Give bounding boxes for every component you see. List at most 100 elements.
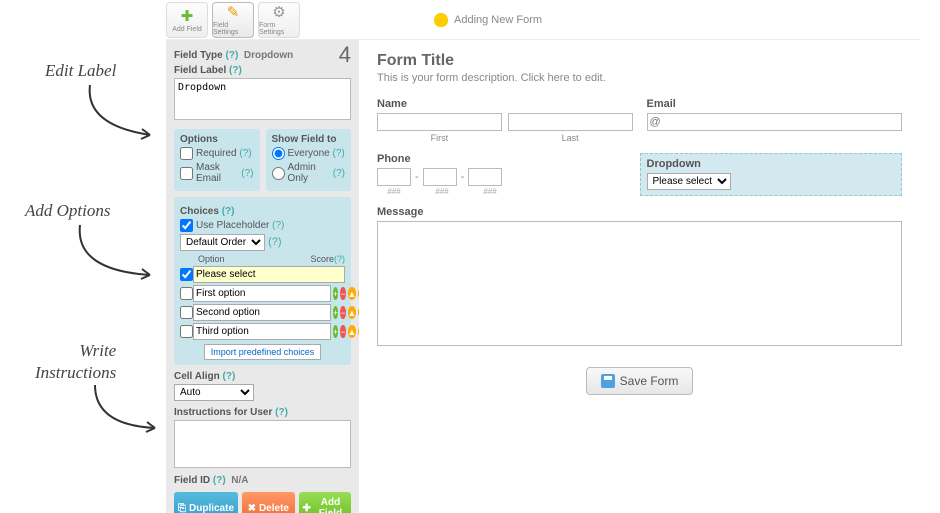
cell-align-label: Cell Align (?) (174, 371, 351, 382)
hint: Adding New Form (434, 13, 542, 27)
choice-row: +−▲▼ (180, 323, 345, 340)
field-label: Message (377, 206, 902, 218)
email-field[interactable]: Email (647, 98, 903, 143)
sublabel: Last (508, 133, 633, 143)
x-icon: ✖ (248, 503, 256, 513)
remove-icon[interactable]: − (340, 325, 345, 338)
help-icon[interactable]: (?) (333, 168, 345, 179)
arrow-icon (80, 80, 170, 150)
plus-icon: ✚ (303, 503, 311, 513)
tab-field-settings[interactable]: ✎Field Settings (212, 2, 254, 38)
mask-email-checkbox[interactable]: Mask Email (?) (180, 162, 254, 184)
help-icon[interactable]: (?) (226, 50, 239, 61)
choice-check[interactable] (180, 268, 193, 281)
help-icon[interactable]: (?) (268, 236, 281, 248)
choice-check[interactable] (180, 287, 193, 300)
add-icon[interactable]: + (333, 325, 338, 338)
choice-text[interactable] (193, 323, 331, 340)
copy-icon: ⎘ (178, 503, 186, 513)
arrow-icon (70, 220, 170, 290)
field-label-label: Field Label (?) (174, 65, 351, 76)
help-icon[interactable]: (?) (239, 148, 251, 159)
last-name-input[interactable] (508, 113, 633, 131)
sublabel: First (377, 133, 502, 143)
import-choices-button[interactable]: Import predefined choices (204, 344, 322, 360)
up-icon[interactable]: ▲ (348, 287, 357, 300)
dropdown-input[interactable]: Please select (647, 173, 731, 190)
phone-field[interactable]: Phone -- ######### (377, 153, 626, 196)
field-id-value: N/A (231, 475, 248, 486)
form-canvas: Form Title This is your form description… (359, 40, 920, 513)
duplicate-button[interactable]: ⎘Duplicate (174, 492, 238, 513)
tab-add-field[interactable]: ✚Add Field (166, 2, 208, 38)
show-heading: Show Field to (272, 134, 346, 145)
phone-part[interactable] (468, 168, 502, 186)
field-label: Dropdown (647, 158, 896, 170)
field-id-label: Field ID (?) N/A (174, 475, 351, 486)
add-icon[interactable]: + (333, 287, 338, 300)
choices-panel: Choices (?) Use Placeholder (?) Default … (174, 197, 351, 365)
annotation-edit-label: Edit Label (45, 60, 116, 82)
help-icon[interactable]: (?) (229, 65, 242, 76)
tab-label: Add Field (172, 26, 202, 33)
sublabel: ### (377, 187, 411, 196)
plus-icon: ✚ (181, 7, 194, 25)
help-icon[interactable]: (?) (222, 206, 235, 217)
help-icon[interactable]: (?) (275, 407, 288, 418)
help-icon[interactable]: (?) (213, 475, 226, 486)
help-icon[interactable]: (?) (334, 254, 345, 264)
instructions-input[interactable] (174, 420, 351, 468)
form-title[interactable]: Form Title (377, 52, 902, 70)
help-icon[interactable]: (?) (241, 168, 253, 179)
annotation-write-instructions: Write Instructions (35, 340, 116, 384)
save-icon (601, 374, 615, 388)
field-label-input[interactable]: Dropdown (174, 78, 351, 120)
first-name-input[interactable] (377, 113, 502, 131)
pencil-icon: ✎ (227, 3, 240, 21)
bulb-icon (434, 13, 448, 27)
choice-text[interactable] (193, 304, 331, 321)
sublabel: ### (425, 187, 459, 196)
remove-icon[interactable]: − (340, 306, 345, 319)
choice-row (180, 266, 345, 283)
field-label: Name (377, 98, 633, 110)
help-icon[interactable]: (?) (333, 148, 345, 159)
email-input[interactable] (647, 113, 903, 131)
up-icon[interactable]: ▲ (348, 306, 357, 319)
use-placeholder-checkbox[interactable]: Use Placeholder (?) (180, 219, 345, 232)
admin-only-radio[interactable]: Admin Only (?) (272, 162, 346, 184)
sublabel: ### (473, 187, 507, 196)
choice-check[interactable] (180, 306, 193, 319)
choices-heading: Choices (?) (180, 206, 345, 217)
instructions-label: Instructions for User (?) (174, 407, 351, 418)
choice-check[interactable] (180, 325, 193, 338)
phone-part[interactable] (377, 168, 411, 186)
add-field-button[interactable]: ✚Add Field (299, 492, 352, 513)
add-icon[interactable]: + (333, 306, 338, 319)
choice-order-select[interactable]: Default Order (180, 234, 265, 251)
step-number: 4 (339, 42, 351, 68)
choice-text[interactable] (193, 266, 345, 283)
up-icon[interactable]: ▲ (348, 325, 357, 338)
annotation-add-options: Add Options (25, 200, 110, 222)
everyone-radio[interactable]: Everyone (?) (272, 147, 346, 160)
form-description[interactable]: This is your form description. Click her… (377, 72, 902, 84)
choices-header: OptionScore(?) (180, 254, 345, 264)
delete-button[interactable]: ✖Delete (242, 492, 295, 513)
required-checkbox[interactable]: Required (?) (180, 147, 254, 160)
message-input[interactable] (377, 221, 902, 346)
choice-text[interactable] (193, 285, 331, 302)
tab-form-settings[interactable]: ⚙Form Settings (258, 2, 300, 38)
help-icon[interactable]: (?) (272, 220, 284, 231)
phone-part[interactable] (423, 168, 457, 186)
gear-icon: ⚙ (272, 3, 285, 21)
help-icon[interactable]: (?) (223, 371, 236, 382)
field-label: Phone (377, 153, 626, 165)
name-field[interactable]: Name First Last (377, 98, 633, 143)
save-form-button[interactable]: Save Form (586, 367, 694, 395)
cell-align-select[interactable]: Auto (174, 384, 254, 401)
field-type-value: Dropdown (244, 50, 293, 61)
message-field[interactable]: Message (377, 206, 902, 349)
dropdown-field-selected[interactable]: Dropdown Please select (640, 153, 903, 196)
remove-icon[interactable]: − (340, 287, 345, 300)
